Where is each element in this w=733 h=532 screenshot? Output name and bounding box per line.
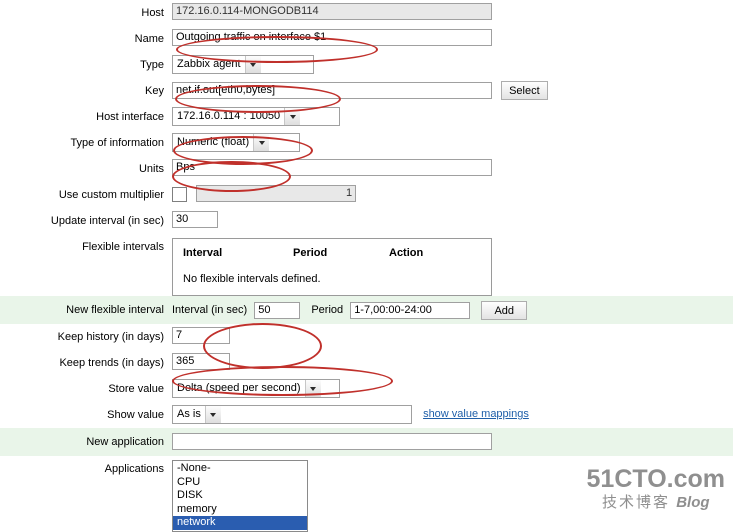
keep-history-input[interactable]: [172, 327, 230, 344]
watermark-line2-text: 技术博客: [602, 494, 671, 511]
label-use-custom-multiplier: Use custom multiplier: [58, 189, 164, 201]
show-value-mappings-link[interactable]: show value mappings: [423, 408, 529, 420]
use-custom-multiplier-checkbox[interactable]: [172, 187, 187, 202]
label-key: Key: [145, 85, 164, 97]
chevron-down-icon: [304, 380, 321, 397]
new-application-input[interactable]: [172, 433, 492, 450]
chevron-down-icon: [284, 108, 301, 125]
form-row-name: Name: [0, 26, 733, 52]
column-period: Period: [293, 247, 328, 259]
chevron-down-icon: [244, 56, 261, 73]
label-keep-history: Keep history (in days): [57, 331, 164, 343]
flexible-intervals-empty-text: No flexible intervals defined.: [183, 273, 321, 285]
type-select-value: Zabbix agent: [177, 58, 241, 70]
field-flexible-intervals: Interval Period Action No flexible inter…: [172, 234, 733, 296]
key-input[interactable]: [172, 82, 492, 99]
select-key-button[interactable]: Select: [501, 81, 548, 100]
label-new-flexible-interval: New flexible interval: [66, 304, 164, 316]
applications-listbox[interactable]: -None- CPU DISK memory network: [172, 460, 308, 532]
type-select[interactable]: Zabbix agent: [172, 55, 314, 74]
new-period-input[interactable]: [350, 302, 471, 319]
label-period: Period: [311, 304, 344, 316]
form-row-new-flexible-interval: New flexible interval Interval (in sec) …: [0, 296, 733, 324]
label-show-value: Show value: [107, 409, 164, 421]
name-input[interactable]: [172, 29, 492, 46]
update-interval-input[interactable]: [172, 211, 218, 228]
flexible-intervals-header: Interval Period Action: [173, 239, 491, 265]
application-option-disk[interactable]: DISK: [173, 489, 307, 503]
form-row-use-custom-multiplier: Use custom multiplier: [0, 182, 733, 208]
form-row-host-interface: Host interface 172.16.0.114 : 10050: [0, 104, 733, 130]
chevron-down-icon: [253, 134, 270, 151]
field-type: Zabbix agent: [172, 52, 733, 74]
add-flexible-interval-button[interactable]: Add: [481, 301, 528, 320]
label-interval-in-sec: Interval (in sec): [172, 304, 248, 316]
label-units: Units: [138, 163, 164, 175]
field-use-custom-multiplier: [172, 182, 733, 202]
application-option-network[interactable]: network: [173, 516, 307, 530]
new-interval-input[interactable]: [254, 302, 301, 319]
host-interface-select[interactable]: 172.16.0.114 : 10050: [172, 107, 340, 126]
type-of-information-select[interactable]: Numeric (float): [172, 133, 300, 152]
label-name: Name: [134, 33, 164, 45]
item-configuration-form: Host Name Type Zabbix agent Key Select H…: [0, 0, 733, 532]
label-host: Host: [141, 7, 164, 19]
host-input[interactable]: [172, 3, 492, 20]
application-option-cpu[interactable]: CPU: [173, 476, 307, 490]
field-store-value: Delta (speed per second): [172, 376, 733, 398]
keep-trends-input[interactable]: [172, 353, 230, 370]
label-type: Type: [140, 59, 164, 71]
show-value-value: As is: [177, 408, 201, 420]
form-row-new-application: New application: [0, 428, 733, 456]
type-of-information-value: Numeric (float): [177, 136, 250, 148]
label-store-value: Store value: [108, 383, 164, 395]
label-keep-trends: Keep trends (in days): [59, 357, 164, 369]
field-new-flexible-interval: Interval (in sec) Period Add: [172, 296, 733, 320]
form-row-keep-history: Keep history (in days): [0, 324, 733, 350]
units-input[interactable]: [172, 159, 492, 176]
form-row-type: Type Zabbix agent: [0, 52, 733, 78]
store-value-select[interactable]: Delta (speed per second): [172, 379, 340, 398]
form-row-show-value: Show value As is show value mappings: [0, 402, 733, 428]
flexible-intervals-table: Interval Period Action No flexible inter…: [172, 238, 492, 296]
watermark-blog: Blog: [676, 494, 710, 511]
chevron-down-icon: [204, 406, 221, 423]
form-row-flexible-intervals: Flexible intervals Interval Period Actio…: [0, 234, 733, 296]
form-row-units: Units: [0, 156, 733, 182]
show-value-select[interactable]: As is: [172, 405, 412, 424]
watermark-line2: 技术博客 Blog: [587, 493, 725, 513]
label-flexible-intervals: Flexible intervals: [82, 241, 164, 253]
custom-multiplier-input[interactable]: [196, 185, 357, 202]
watermark-line1: 51CTO.com: [586, 465, 725, 493]
form-row-store-value: Store value Delta (speed per second): [0, 376, 733, 402]
column-action: Action: [389, 247, 424, 259]
field-host: [172, 0, 733, 20]
field-units: [172, 156, 733, 176]
field-name: [172, 26, 733, 46]
application-option-none[interactable]: -None-: [173, 462, 307, 476]
form-row-key: Key Select: [0, 78, 733, 104]
form-row-keep-trends: Keep trends (in days): [0, 350, 733, 376]
application-option-memory[interactable]: memory: [173, 503, 307, 517]
form-row-host: Host: [0, 0, 733, 26]
field-host-interface: 172.16.0.114 : 10050: [172, 104, 733, 126]
host-interface-value: 172.16.0.114 : 10050: [177, 110, 281, 122]
label-update-interval: Update interval (in sec): [50, 215, 164, 227]
store-value-value: Delta (speed per second): [177, 382, 301, 394]
watermark: 51CTO.com 技术博客 Blog: [587, 466, 725, 513]
field-show-value: As is show value mappings: [172, 402, 733, 424]
label-applications: Applications: [104, 463, 164, 475]
field-type-of-information: Numeric (float): [172, 130, 733, 152]
column-interval: Interval: [183, 247, 223, 259]
field-update-interval: [172, 208, 733, 228]
label-new-application: New application: [86, 436, 164, 448]
label-type-of-information: Type of information: [70, 137, 164, 149]
form-row-type-of-information: Type of information Numeric (float): [0, 130, 733, 156]
field-key: Select: [172, 78, 733, 100]
field-new-application: [172, 428, 733, 450]
field-keep-history: [172, 324, 733, 344]
field-keep-trends: [172, 350, 733, 370]
label-host-interface: Host interface: [96, 111, 164, 123]
form-row-update-interval: Update interval (in sec): [0, 208, 733, 234]
